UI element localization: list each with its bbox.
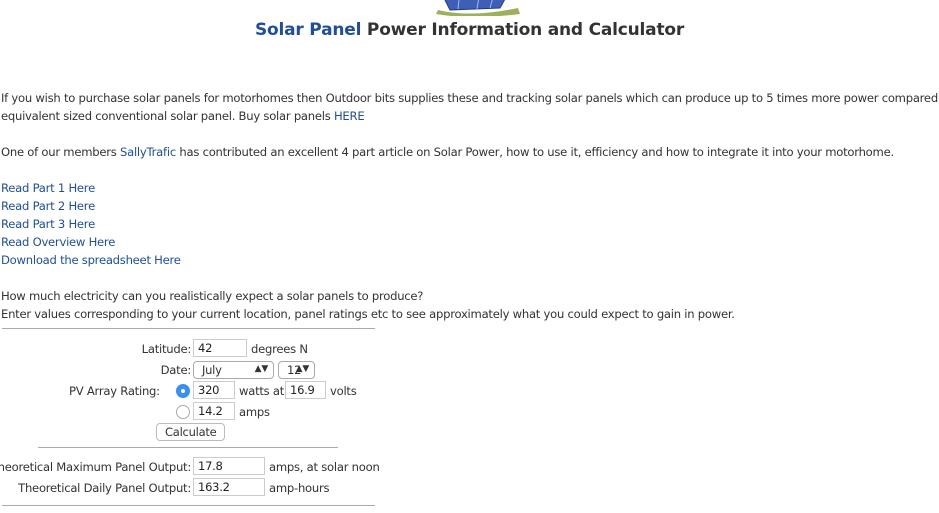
instruction-text: Enter values corresponding to your curre… xyxy=(1,307,735,321)
volts-input[interactable]: 16.9 xyxy=(285,381,326,399)
date-label: Date: xyxy=(160,363,192,377)
select-arrows-icon: ▲▼ xyxy=(254,364,269,374)
members-suffix: has contributed an excellent 4 part arti… xyxy=(175,145,894,159)
members-prefix: One of our members xyxy=(1,145,120,159)
amps-radio[interactable] xyxy=(176,405,190,419)
intro-line-1: If you wish to purchase solar panels for… xyxy=(1,91,939,105)
latitude-input[interactable]: 42 xyxy=(193,339,247,357)
watts-radio[interactable] xyxy=(176,384,190,398)
overview-link[interactable]: Read Overview Here xyxy=(1,235,115,249)
user-link[interactable]: SallyTrafic xyxy=(120,145,176,159)
title-rest: Power Information and Calculator xyxy=(361,20,685,40)
buy-here-link[interactable]: HERE xyxy=(334,109,365,123)
select-arrows-icon: ▲▼ xyxy=(295,364,310,374)
daily-output-label: Theoretical Daily Panel Output: xyxy=(18,481,191,495)
daily-output-field[interactable]: 163.2 xyxy=(193,478,265,496)
max-output-field[interactable]: 17.8 xyxy=(193,457,265,475)
divider xyxy=(38,447,338,448)
calculate-button[interactable]: Calculate xyxy=(156,423,226,441)
members-text: One of our members SallyTrafic has contr… xyxy=(1,145,894,159)
part-2-link[interactable]: Read Part 2 Here xyxy=(1,199,95,213)
title-highlight: Solar Panel xyxy=(254,20,362,40)
intro-line-2: equivalent sized conventional solar pane… xyxy=(1,109,365,123)
pv-rating-label: PV Array Rating: xyxy=(69,384,160,398)
max-output-label: Theoretical Maximum Panel Output: xyxy=(0,460,191,474)
watts-input[interactable]: 320 xyxy=(193,381,235,399)
intro-text: equivalent sized conventional solar pane… xyxy=(1,109,334,123)
solar-panel-logo-image xyxy=(436,0,520,16)
page-title: Solar Panel Power Information and Calcul… xyxy=(0,20,939,40)
volts-unit: volts xyxy=(330,384,357,398)
amps-unit: amps xyxy=(239,405,270,419)
question-text: How much electricity can you realistical… xyxy=(1,289,424,303)
part-1-link[interactable]: Read Part 1 Here xyxy=(1,181,95,195)
daily-output-unit: amp-hours xyxy=(269,481,330,495)
spreadsheet-link[interactable]: Download the spreadsheet Here xyxy=(1,253,181,267)
latitude-unit: degrees N xyxy=(251,342,308,356)
month-value: July xyxy=(202,363,222,377)
watts-unit: watts at xyxy=(239,384,285,398)
month-select[interactable]: July ▲▼ xyxy=(193,361,274,379)
day-select[interactable]: 12 ▲▼ xyxy=(278,361,315,379)
amps-input[interactable]: 14.2 xyxy=(193,402,235,420)
divider xyxy=(2,505,375,506)
latitude-label: Latitude: xyxy=(141,342,192,356)
max-output-unit: amps, at solar noon xyxy=(269,460,380,474)
divider xyxy=(2,328,375,329)
part-3-link[interactable]: Read Part 3 Here xyxy=(1,217,95,231)
